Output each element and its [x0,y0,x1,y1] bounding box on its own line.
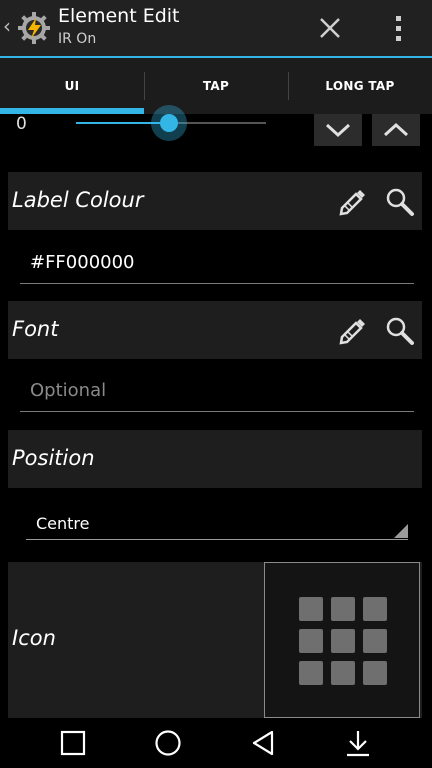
overflow-menu-icon[interactable] [384,10,414,46]
tab-long-tap[interactable]: LONG TAP [288,58,432,114]
pencil-icon[interactable] [336,186,368,218]
tab-ui[interactable]: UI [0,58,144,114]
search-icon[interactable] [384,186,416,218]
position-dropdown[interactable]: Centre [26,510,408,540]
circle-icon[interactable] [153,728,183,758]
chevron-up-icon [383,122,409,137]
action-bar: ‹ Element Edit IR On [0,0,432,56]
download-arrow-icon[interactable] [343,728,373,758]
pencil-icon[interactable] [336,315,368,347]
slider-thumb[interactable] [160,114,178,132]
position-title: Position [12,446,95,470]
icon-section: Icon [8,562,422,718]
square-icon[interactable] [58,728,88,758]
position-section: Position [8,430,422,488]
decrease-button[interactable] [314,114,362,146]
chevron-left-icon[interactable]: ‹ [3,14,11,38]
label-colour-field[interactable] [20,244,414,284]
font-title: Font [12,317,59,341]
navigation-bar [0,718,432,768]
slider-track[interactable] [76,105,266,141]
label-colour-section: Label Colour [8,172,422,230]
font-section: Font [8,301,422,359]
position-selected-value: Centre [36,514,90,533]
tab-bar: UI TAP LONG TAP [0,58,432,114]
close-icon[interactable] [312,10,348,46]
font-input[interactable] [30,380,400,401]
font-field[interactable] [20,372,414,412]
slider-row: 0 [0,105,432,154]
chevron-down-icon [325,123,351,138]
tab-label: UI [64,79,80,93]
tasker-gear-bolt-icon[interactable] [16,10,52,46]
dropdown-arrow-icon [394,524,408,538]
increase-button[interactable] [372,114,420,146]
label-colour-input[interactable] [30,252,400,273]
triangle-back-icon[interactable] [248,728,278,758]
label-colour-title: Label Colour [12,188,144,212]
tab-label: TAP [202,79,230,93]
icon-picker-button[interactable] [264,562,420,718]
tab-label: LONG TAP [325,79,395,93]
search-icon[interactable] [384,315,416,347]
screen-subtitle: IR On [58,31,97,47]
icon-title: Icon [12,626,56,650]
slider-value: 0 [16,114,27,134]
screen-title: Element Edit [58,5,180,27]
grid-icon [299,597,387,685]
